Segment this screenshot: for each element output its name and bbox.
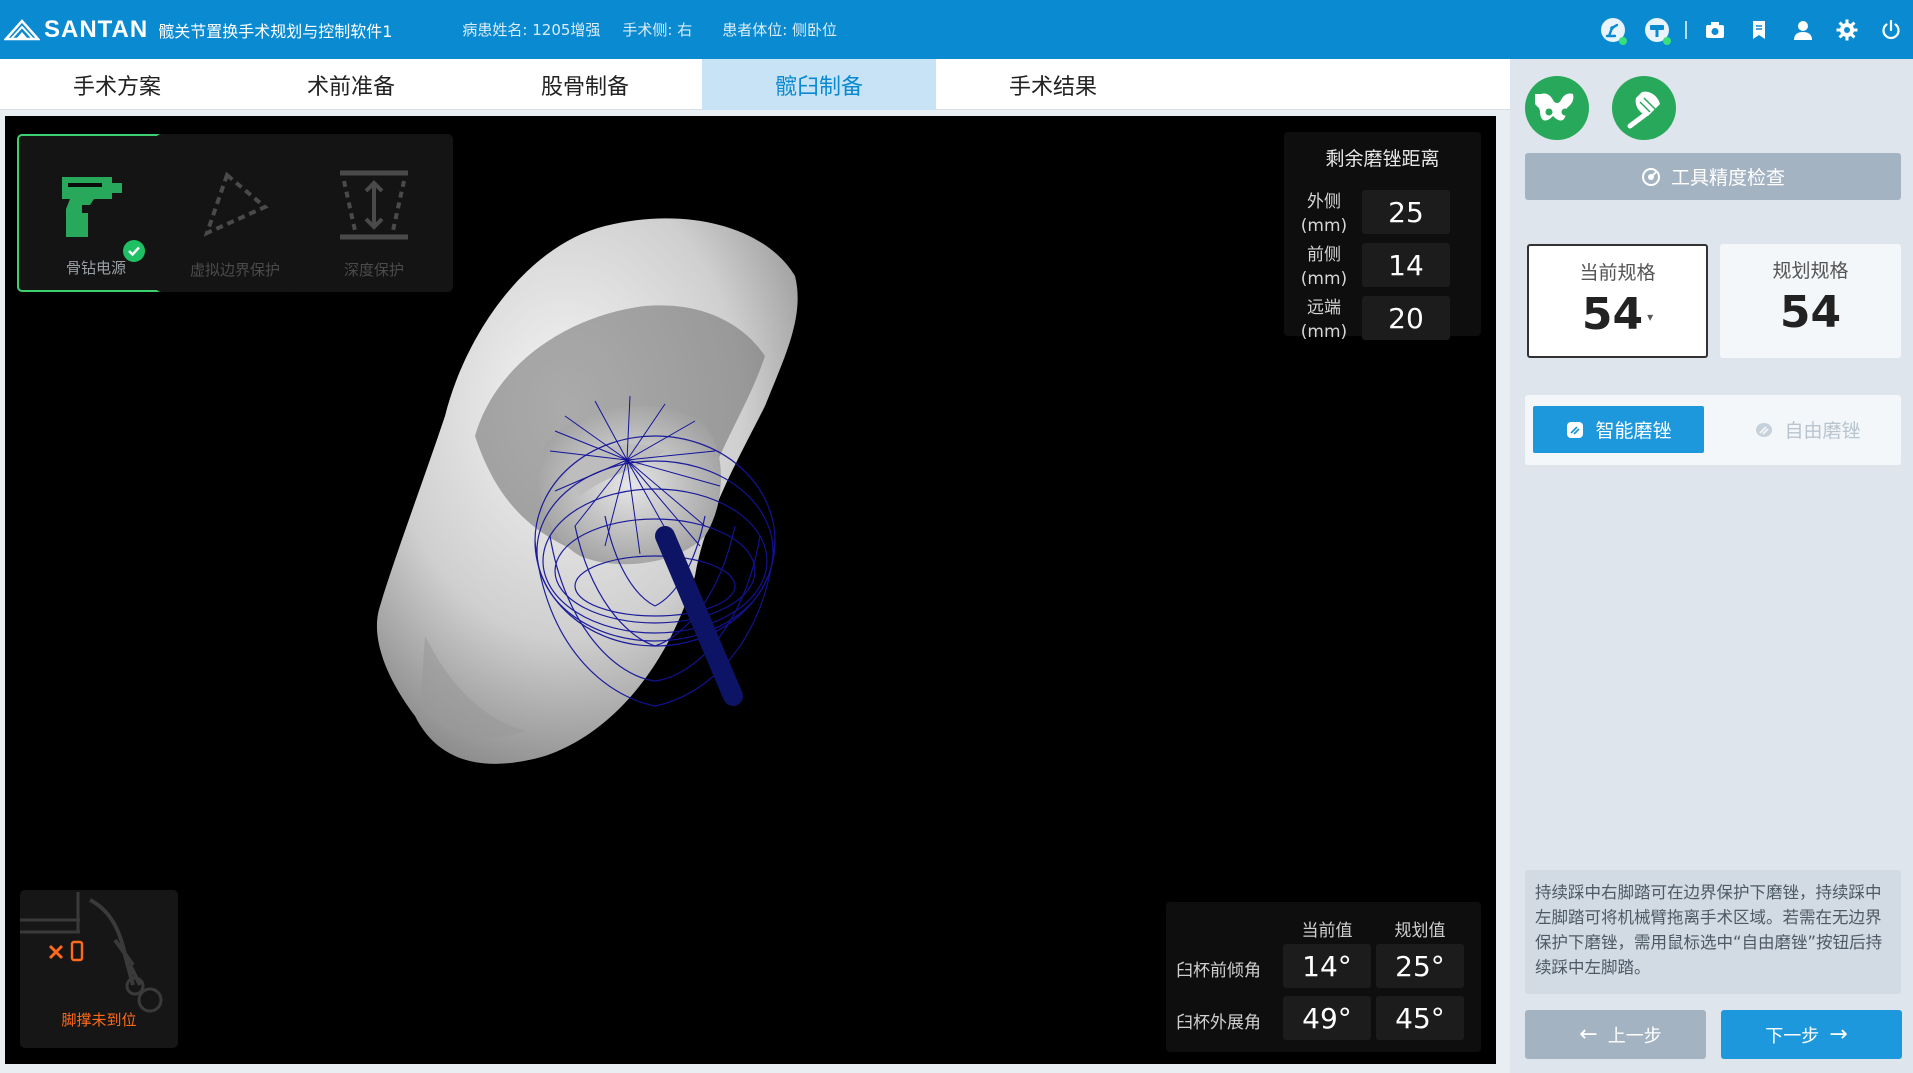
cup-angles-panel: 当前值 规划值 臼杯前倾角 14° 25° 臼杯外展角 49° 45° (1166, 902, 1481, 1052)
logo-text: SANTAN (44, 15, 149, 43)
current-spec-title: 当前规格 (1579, 262, 1656, 284)
remaining-lateral-value: 25 (1362, 190, 1450, 234)
planned-spec-card: 规划规格 54 (1720, 244, 1901, 358)
drill-power-button[interactable]: 骨钻电源 (17, 134, 175, 292)
tab-surgery-result[interactable]: 手术结果 (936, 59, 1170, 110)
3d-viewport[interactable]: 骨钻电源 虚拟边界保护 深度保护 剩余磨锉距离 外侧 (mm) 25 前侧 (mm)… (5, 116, 1496, 1064)
patient-position: 患者体位: 侧卧位 (722, 21, 838, 39)
reaming-mode-group: 智能磨锉 自由磨锉 (1525, 395, 1901, 465)
robot-arm-status[interactable] (1591, 0, 1635, 59)
tracker-status-dot (1663, 37, 1671, 45)
remaining-row: 外侧 (mm) 25 (1284, 190, 1481, 237)
arrow-right-icon: → (1829, 1022, 1848, 1047)
settings-icon (1836, 19, 1858, 40)
abduction-label: 臼杯外展角 (1176, 1013, 1261, 1033)
separator (1685, 20, 1687, 39)
previous-step-button[interactable]: ← 上一步 (1525, 1010, 1706, 1059)
power-button[interactable] (1869, 0, 1913, 59)
anteversion-planned: 25° (1376, 944, 1464, 988)
log-button[interactable] (1737, 0, 1781, 59)
remaining-distal-value: 20 (1362, 296, 1450, 340)
remaining-lateral-label: 外侧 (1307, 192, 1341, 212)
pelvis-icon (1535, 93, 1574, 121)
reamer-view-button[interactable] (1612, 76, 1676, 140)
remaining-distal-label: 远端 (1307, 298, 1341, 318)
current-spec-card[interactable]: 当前规格 54 ▾ (1527, 244, 1708, 358)
bookmark-icon (1753, 20, 1765, 39)
drill-power-label: 骨钻电源 (65, 259, 126, 277)
reamer-icon (1627, 91, 1660, 129)
depth-protect-label: 深度保护 (343, 261, 404, 279)
anteversion-label: 臼杯前倾角 (1176, 961, 1261, 981)
tab-surgical-plan[interactable]: 手术方案 (0, 59, 234, 110)
active-check-icon (123, 240, 145, 262)
surgery-side: 手术侧: 右 (622, 21, 693, 39)
patient-name: 病患姓名: 1205增强 (462, 21, 601, 39)
remaining-distance-title: 剩余磨锉距离 (1325, 148, 1440, 170)
drill-icon (62, 177, 122, 237)
previous-step-label: 上一步 (1607, 1025, 1662, 1047)
logo: SANTAN (4, 16, 148, 44)
depth-icon (340, 170, 408, 240)
settings-button[interactable] (1825, 0, 1869, 59)
tool-precision-check-label: 工具精度检查 (1670, 167, 1785, 189)
planned-value-header: 规划值 (1394, 921, 1446, 941)
boundary-icon (203, 171, 269, 237)
logo-icon (4, 18, 40, 40)
abduction-planned: 45° (1376, 996, 1464, 1040)
remaining-anterior-label: 前侧 (1307, 245, 1341, 265)
depth-protect-button[interactable]: 深度保护 (295, 134, 453, 292)
smart-reaming-button[interactable]: 智能磨锉 (1533, 406, 1704, 453)
screenshot-button[interactable] (1693, 0, 1737, 59)
right-panel: 工具精度检查 当前规格 54 ▾ 规划规格 54 智能磨锉 自由磨锉 持续踩中右脚… (1510, 59, 1913, 1073)
current-value-header: 当前值 (1301, 921, 1353, 941)
camera-icon (1706, 21, 1724, 38)
workflow-tabs: 手术方案 术前准备 股骨制备 髋臼制备 手术结果 (0, 59, 1510, 110)
smart-reaming-icon (1567, 421, 1584, 438)
arrow-left-icon: ← (1579, 1022, 1598, 1047)
user-button[interactable] (1781, 0, 1825, 59)
planned-spec-title: 规划规格 (1772, 260, 1849, 282)
remaining-unit: (mm) (1300, 216, 1348, 236)
remaining-unit: (mm) (1300, 322, 1348, 342)
app-title: 髋关节置换手术规划与控制软件1 (158, 21, 393, 41)
user-icon (1794, 20, 1812, 40)
remaining-unit: (mm) (1300, 269, 1348, 289)
current-spec-value: 54 (1581, 289, 1644, 340)
virtual-boundary-label: 虚拟边界保护 (189, 261, 280, 279)
remaining-row: 远端 (mm) 20 (1284, 296, 1481, 343)
abduction-current: 49° (1283, 996, 1371, 1040)
virtual-boundary-button[interactable]: 虚拟边界保护 (156, 134, 314, 292)
footrest-status: 脚撑未到位 (20, 890, 178, 1048)
anteversion-current: 14° (1283, 944, 1371, 988)
instruction-note: 持续踩中右脚踏可在边界保护下磨锉，持续踩中左脚踏可将机械臂拖离手术区域。若需在无… (1525, 870, 1901, 994)
remaining-anterior-value: 14 (1362, 243, 1450, 287)
free-reaming-label: 自由磨锉 (1784, 420, 1861, 442)
dropdown-arrow-icon[interactable]: ▾ (1647, 310, 1653, 324)
next-step-label: 下一步 (1765, 1025, 1820, 1047)
next-step-button[interactable]: 下一步 → (1721, 1010, 1902, 1059)
free-reaming-button[interactable]: 自由磨锉 (1722, 406, 1893, 453)
tracker-status[interactable] (1635, 0, 1679, 59)
remaining-distance-panel: 剩余磨锉距离 外侧 (mm) 25 前侧 (mm) 14 远端 (mm) 20 (1284, 132, 1481, 342)
power-icon (1882, 19, 1900, 39)
robot-arm-status-dot (1619, 37, 1627, 45)
precision-icon (1641, 167, 1660, 186)
remaining-row: 前侧 (mm) 14 (1284, 243, 1481, 290)
tab-preop-prep[interactable]: 术前准备 (234, 59, 468, 110)
planned-spec-value: 54 (1779, 287, 1842, 338)
smart-reaming-label: 智能磨锉 (1595, 420, 1672, 442)
tab-acetabulum-prep[interactable]: 髋臼制备 (702, 59, 936, 110)
footrest-status-label: 脚撑未到位 (61, 1011, 137, 1029)
top-bar: SANTAN 髋关节置换手术规划与控制软件1 病患姓名: 1205增强 手术侧:… (0, 0, 1913, 59)
tab-femur-prep[interactable]: 股骨制备 (468, 59, 702, 110)
free-reaming-icon (1756, 422, 1773, 437)
tool-precision-check-button[interactable]: 工具精度检查 (1525, 153, 1901, 200)
pelvis-view-button[interactable] (1525, 76, 1589, 140)
